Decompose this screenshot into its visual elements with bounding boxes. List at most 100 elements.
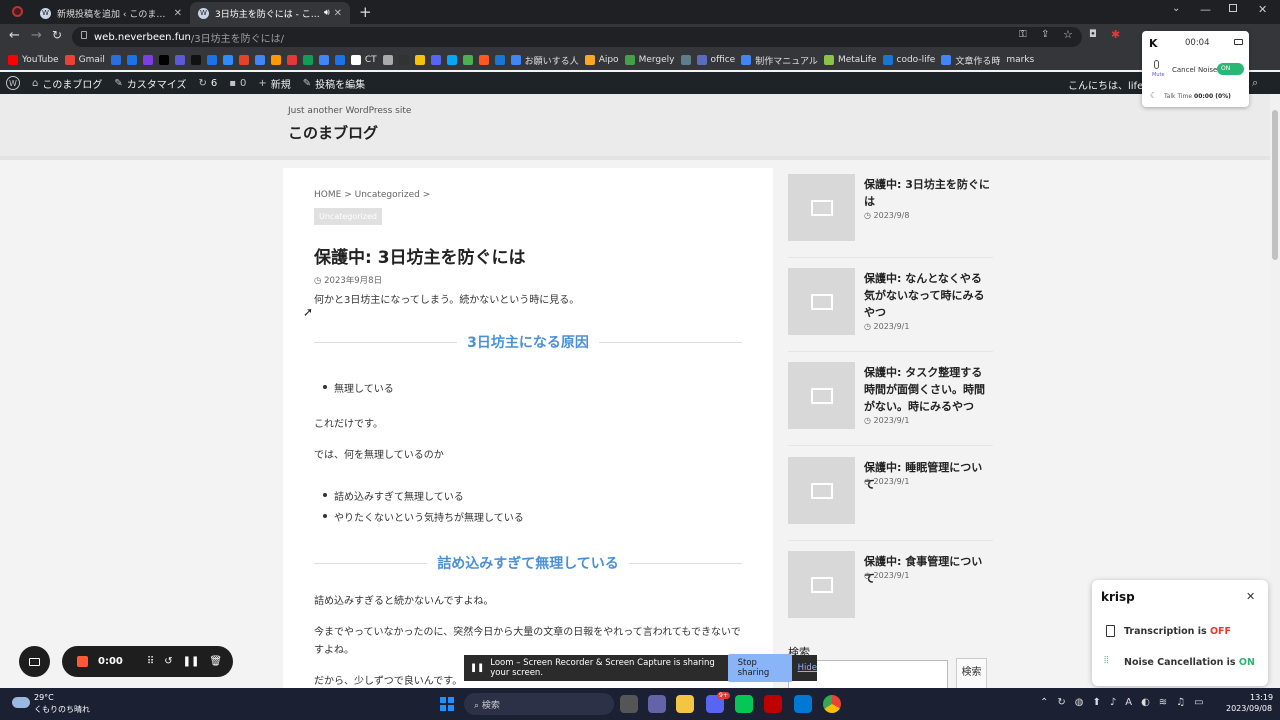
bookmark-item[interactable]: [238, 55, 249, 65]
admin-updates[interactable]: ↻ 6: [198, 78, 217, 89]
taskbar-search-box[interactable]: ⌕ 検索: [464, 693, 614, 715]
close-tab-icon[interactable]: ✕: [174, 8, 182, 19]
restart-icon[interactable]: ↺: [164, 656, 172, 667]
grid-icon[interactable]: ⠿: [147, 656, 154, 667]
admin-comments[interactable]: ▪ 0: [229, 78, 246, 89]
video-camera-icon[interactable]: [1234, 39, 1243, 45]
admin-search-icon[interactable]: ⌕: [1252, 76, 1258, 90]
post-thumbnail-placeholder-icon[interactable]: [788, 362, 855, 429]
stop-sharing-button[interactable]: Stop sharing: [727, 654, 792, 682]
bookmark-star-icon[interactable]: ☆: [1063, 28, 1073, 41]
wp-logo-icon[interactable]: W: [6, 76, 20, 90]
tab-search-icon[interactable]: ⌄: [1172, 3, 1180, 14]
new-tab-button[interactable]: +: [359, 3, 372, 21]
search-button[interactable]: 検索: [956, 658, 987, 692]
bookmark-item[interactable]: [334, 55, 345, 65]
bookmark-item[interactable]: [270, 55, 281, 65]
back-arrow-icon[interactable]: ←: [9, 28, 20, 43]
bookmark-item[interactable]: [680, 55, 691, 65]
site-title[interactable]: このまブログ: [288, 122, 378, 143]
cancel-noise-toggle[interactable]: ON: [1217, 63, 1244, 75]
tab-new-post[interactable]: W 新規投稿を追加 ‹ このまブログ — WordPress ✕: [32, 2, 190, 24]
hide-link[interactable]: Hide: [798, 663, 817, 673]
vscode-icon[interactable]: [794, 695, 812, 713]
close-icon[interactable]: ✕: [1246, 590, 1255, 603]
bookmark-item[interactable]: Aipo: [584, 55, 619, 65]
bookmark-item[interactable]: [414, 55, 425, 65]
bookmark-item[interactable]: [286, 55, 297, 65]
bookmark-item[interactable]: [302, 55, 313, 65]
sidebar-post[interactable]: 保護中: なんとなくやる気がないなって時にみるやつ ◷ 2023/9/1: [788, 268, 993, 358]
microphone-icon[interactable]: [1154, 60, 1159, 69]
address-bar[interactable]: web.neverbeen.fun/3日坊主を防ぐには/: [72, 27, 1082, 47]
admin-new[interactable]: + 新規: [258, 76, 290, 91]
bookmark-item[interactable]: [430, 55, 441, 65]
breadcrumb-category[interactable]: Uncategorized: [355, 190, 420, 200]
sidebar-post-title[interactable]: 保護中: 睡眠管理について: [864, 459, 992, 493]
bookmark-item[interactable]: [446, 55, 457, 65]
bookmark-item[interactable]: Mergely: [624, 55, 675, 65]
bookmark-item[interactable]: [206, 55, 217, 65]
bookmark-item[interactable]: [382, 55, 393, 65]
bookmark-item[interactable]: [222, 55, 233, 65]
taskbar-app-icon[interactable]: [620, 695, 638, 713]
bookmark-item[interactable]: Gmail: [64, 55, 105, 65]
site-info-icon[interactable]: [81, 31, 87, 39]
file-explorer-icon[interactable]: [676, 695, 694, 713]
bookmark-item[interactable]: [462, 55, 473, 65]
sidebar-post[interactable]: 保護中: 睡眠管理について ◷ 2023/9/1: [788, 457, 993, 547]
extension-icon[interactable]: ✱: [1111, 28, 1120, 41]
post-thumbnail-placeholder-icon[interactable]: [788, 174, 855, 241]
close-tab-icon[interactable]: ✕: [334, 8, 342, 19]
audio-playing-icon[interactable]: 🔊︎: [324, 8, 330, 18]
sidebar-post[interactable]: 保護中: 食事管理について ◷ 2023/9/1: [788, 551, 993, 621]
bookmark-item[interactable]: [174, 55, 185, 65]
bookmark-item[interactable]: 文章作る時: [941, 54, 1000, 67]
bookmark-item[interactable]: [110, 55, 121, 65]
bookmark-item[interactable]: CT: [350, 55, 377, 65]
system-tray-icons[interactable]: ⌃↻◍⬆♪A◐≋♫▭: [1040, 697, 1213, 708]
line-app-icon[interactable]: [735, 695, 753, 713]
sidebar-post-title[interactable]: 保護中: 3日坊主を防ぐには: [864, 176, 992, 210]
bookmark-item[interactable]: [142, 55, 153, 65]
bookmark-item[interactable]: [126, 55, 137, 65]
loom-camera-button[interactable]: [19, 646, 50, 677]
taskbar-app-icon[interactable]: [648, 695, 666, 713]
weather-temperature[interactable]: 29°C: [34, 693, 54, 702]
windows-start-icon[interactable]: [440, 697, 454, 711]
pause-icon[interactable]: ❚❚: [183, 656, 200, 667]
admin-customize[interactable]: ✎ カスタマイズ: [114, 76, 186, 91]
sidebar-post-title[interactable]: 保護中: タスク整理する時間が面倒くさい。時間がない。時にみるやつ: [864, 364, 992, 415]
tab-current-post[interactable]: W 3日坊主を防ぐには - このまブログ 🔊︎ ✕: [190, 2, 350, 24]
password-key-icon[interactable]: ⚿: [1019, 29, 1027, 40]
bookmark-item[interactable]: YouTube: [8, 55, 59, 65]
camera-extension-icon[interactable]: ◘: [1089, 29, 1097, 40]
bookmark-item[interactable]: [318, 55, 329, 65]
close-window-icon[interactable]: ✕: [1258, 3, 1267, 16]
clock-time[interactable]: 13:19: [1250, 693, 1273, 702]
admin-site-name[interactable]: ⌂ このまブログ: [32, 76, 102, 91]
weather-cloud-icon[interactable]: [12, 697, 30, 708]
bookmark-item[interactable]: marks: [1006, 55, 1034, 65]
admin-edit-post[interactable]: ✎ 投稿を編集: [303, 76, 365, 91]
bookmark-item[interactable]: [158, 55, 169, 65]
scrollbar-thumb[interactable]: [1272, 110, 1278, 260]
sidebar-post-title[interactable]: 保護中: 食事管理について: [864, 553, 992, 587]
bookmark-item[interactable]: [478, 55, 489, 65]
bookmark-item[interactable]: 制作マニュアル: [741, 54, 818, 67]
breadcrumb-home[interactable]: HOME: [314, 190, 341, 200]
bookmark-item[interactable]: [190, 55, 201, 65]
minimize-window-icon[interactable]: —: [1200, 3, 1211, 16]
clock-date[interactable]: 2023/09/08: [1226, 704, 1272, 713]
category-badge[interactable]: Uncategorized: [314, 208, 382, 225]
bookmark-item[interactable]: [398, 55, 409, 65]
bookmark-item[interactable]: MetaLife: [823, 55, 877, 65]
sidebar-post[interactable]: 保護中: 3日坊主を防ぐには ◷ 2023/9/8: [788, 174, 993, 264]
filezilla-icon[interactable]: [764, 695, 782, 713]
bookmark-item[interactable]: codo-life: [882, 55, 935, 65]
bookmark-item[interactable]: お願いする人: [510, 54, 579, 67]
sidebar-post-title[interactable]: 保護中: なんとなくやる気がないなって時にみるやつ: [864, 270, 992, 321]
weather-condition[interactable]: くもりのち晴れ: [34, 704, 90, 715]
post-thumbnail-placeholder-icon[interactable]: [788, 551, 855, 618]
chrome-icon[interactable]: [823, 695, 841, 713]
